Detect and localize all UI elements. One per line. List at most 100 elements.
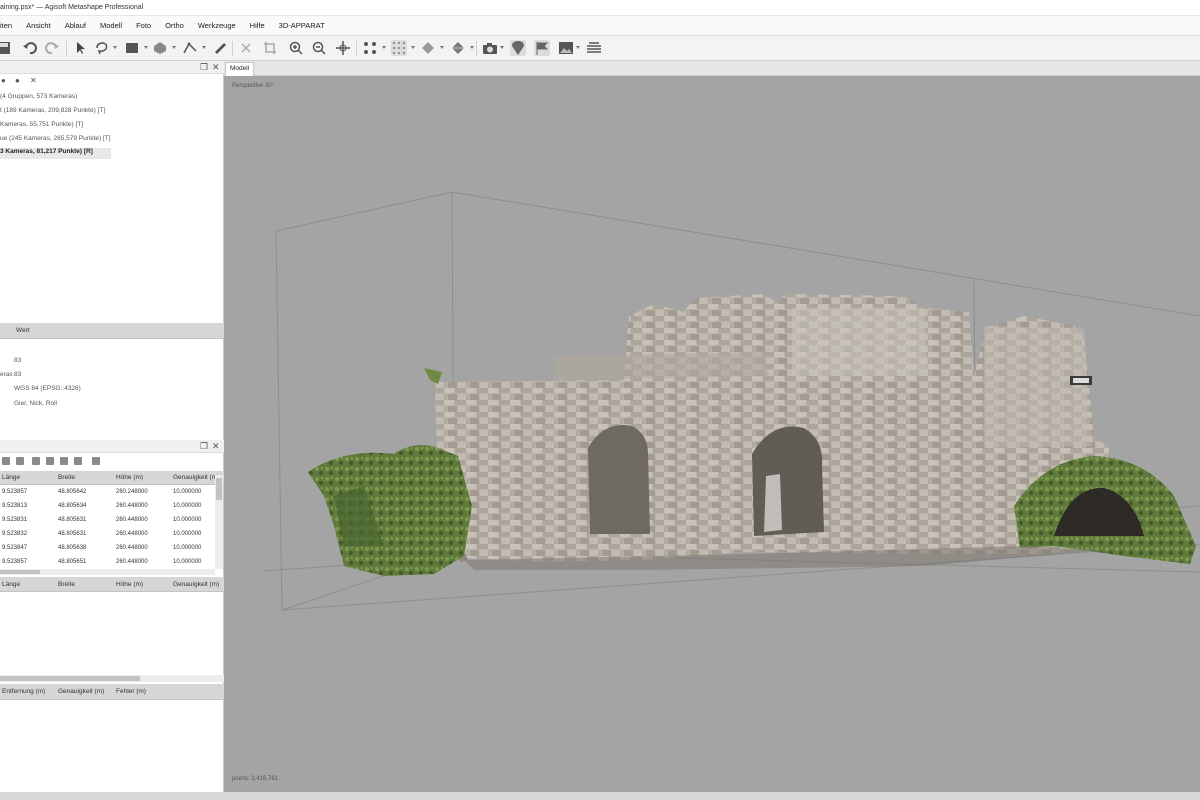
textured-dropdown-icon[interactable] [470,46,474,49]
remove-item-icon[interactable]: ✕ [30,76,37,85]
zoom-out-icon[interactable] [311,40,327,56]
cameras-vertical-scrollbar[interactable] [215,475,223,569]
property-value: Gier, Nick, Roll [14,400,57,407]
move-icon[interactable] [335,40,351,56]
properties-header: Wert [0,323,224,339]
lasso-icon[interactable] [94,40,110,56]
grid-dropdown-icon[interactable] [411,46,415,49]
points-dropdown-icon[interactable] [382,46,386,49]
import-icon[interactable] [32,457,40,465]
menu-model[interactable]: Modell [100,21,122,30]
add-chunk-icon[interactable]: ● [1,76,6,85]
menu-tools[interactable]: Werkzeuge [198,21,236,30]
workspace-row[interactable]: (4 Gruppen, 573 Kameras) [0,93,77,100]
workspace-row[interactable]: ue (245 Kameras, 265,579 Punkte) [T] [0,135,111,142]
refresh-icon[interactable] [16,457,24,465]
menu-photo[interactable]: Foto [136,21,151,30]
rectangle-dropdown-icon[interactable] [144,46,148,49]
shaded-dropdown-icon[interactable] [440,46,444,49]
column-latitude[interactable]: Breite [58,581,75,588]
draw-polyline-icon[interactable] [182,40,198,56]
ruler-icon[interactable] [212,40,228,56]
menu-bar: iten Ansicht Ablauf Modell Foto Ortho We… [0,16,1200,36]
menu-help[interactable]: Hilfe [250,21,265,30]
model-textured-icon[interactable] [450,40,466,56]
image-dropdown-icon[interactable] [576,46,580,49]
rectangle-select-icon[interactable] [124,40,140,56]
cell-latitude: 48.805631 [58,517,87,523]
float-panel-icon[interactable]: ❐ [200,441,208,451]
column-longitude[interactable]: Länge [2,474,20,481]
close-panel-icon[interactable]: ✕ [212,62,220,72]
select-icon[interactable] [72,40,88,56]
float-panel-icon[interactable]: ❐ [200,62,208,72]
close-panel-icon[interactable]: ✕ [212,441,220,451]
cell-accuracy: 10.000000 [173,545,202,551]
add-photos-icon[interactable]: ● [15,76,20,85]
flag-icon[interactable] [534,40,550,56]
zoom-in-icon[interactable] [288,40,304,56]
column-longitude[interactable]: Länge [2,581,20,588]
convert-icon[interactable] [60,457,68,465]
region-icon[interactable] [152,40,168,56]
cell-altitude: 260.448000 [116,517,148,523]
crop-icon[interactable] [262,40,278,56]
camera-dropdown-icon[interactable] [500,46,504,49]
grid-points-icon[interactable] [391,40,407,56]
cell-accuracy: 10.000000 [173,559,202,565]
column-altitude[interactable]: Höhe (m) [116,474,143,481]
export-icon[interactable] [46,457,54,465]
status-bar [0,792,1200,800]
workspace-row[interactable]: Kameras, 55,751 Punkte) [T] [0,121,83,128]
view-tab-bar: Modell [224,61,1200,76]
cell-altitude: 260.448000 [116,503,148,509]
star-icon[interactable] [2,457,10,465]
property-value-column[interactable]: Wert [16,327,30,334]
undo-icon[interactable] [22,40,38,56]
workspace-row-selected[interactable]: 3 Kameras, 81,217 Punkte) [R] [0,148,111,159]
column-distance[interactable]: Entfernung (m) [2,688,45,695]
delete-icon[interactable] [238,40,254,56]
cell-altitude: 260.448000 [116,559,148,565]
model-shaded-icon[interactable] [420,40,436,56]
lasso-dropdown-icon[interactable] [113,46,117,49]
settings-icon[interactable] [74,457,82,465]
toolbar-separator [232,41,233,56]
column-latitude[interactable]: Breite [58,474,75,481]
cell-latitude: 48.805651 [58,559,87,565]
draw-dropdown-icon[interactable] [202,46,206,49]
column-accuracy[interactable]: Genauigkeit (m) [173,581,219,588]
points-icon[interactable] [362,40,378,56]
markers-horizontal-scrollbar[interactable] [0,675,224,682]
left-dock: ❐ ✕ [0,61,224,792]
cameras-horizontal-scrollbar[interactable] [0,569,215,575]
menu-view[interactable]: Ansicht [26,21,51,30]
show-markers-icon[interactable] [510,40,526,56]
layers-icon[interactable] [586,40,602,56]
column-accuracy[interactable]: Genauigkeit (m) [173,474,219,481]
menu-3d-apparat[interactable]: 3D-APPARAT [279,21,325,30]
cell-altitude: 260.448000 [116,545,148,551]
menu-edit[interactable]: iten [0,21,12,30]
menu-workflow[interactable]: Ablauf [65,21,86,30]
cell-accuracy: 10.000000 [173,503,202,509]
column-altitude[interactable]: Höhe (m) [116,581,143,588]
cell-longitude: 9.523832 [2,531,28,537]
reference-panel-header: ❐ ✕ [0,440,224,453]
workspace-row[interactable]: t (189 Kameras, 209,828 Punkte) [T] [0,107,105,114]
cell-longitude: 9.523847 [2,545,28,551]
cell-longitude: 9.523857 [2,489,28,495]
tools-icon[interactable] [92,457,100,465]
camera-icon[interactable] [482,40,498,56]
model-viewport[interactable]: Perspective 30° points: 2,416,761 [224,76,1200,792]
toolbar-separator [476,41,477,56]
image-icon[interactable] [558,40,574,56]
column-error[interactable]: Fehler (m) [116,688,146,695]
region-dropdown-icon[interactable] [172,46,176,49]
menu-ortho[interactable]: Ortho [165,21,184,30]
column-accuracy[interactable]: Genauigkeit (m) [58,688,104,695]
redo-icon[interactable] [44,40,60,56]
save-icon[interactable] [0,40,12,56]
title-bar: aining.psx* — Agisoft Metashape Professi… [0,0,1200,16]
tab-model[interactable]: Modell [225,62,255,76]
